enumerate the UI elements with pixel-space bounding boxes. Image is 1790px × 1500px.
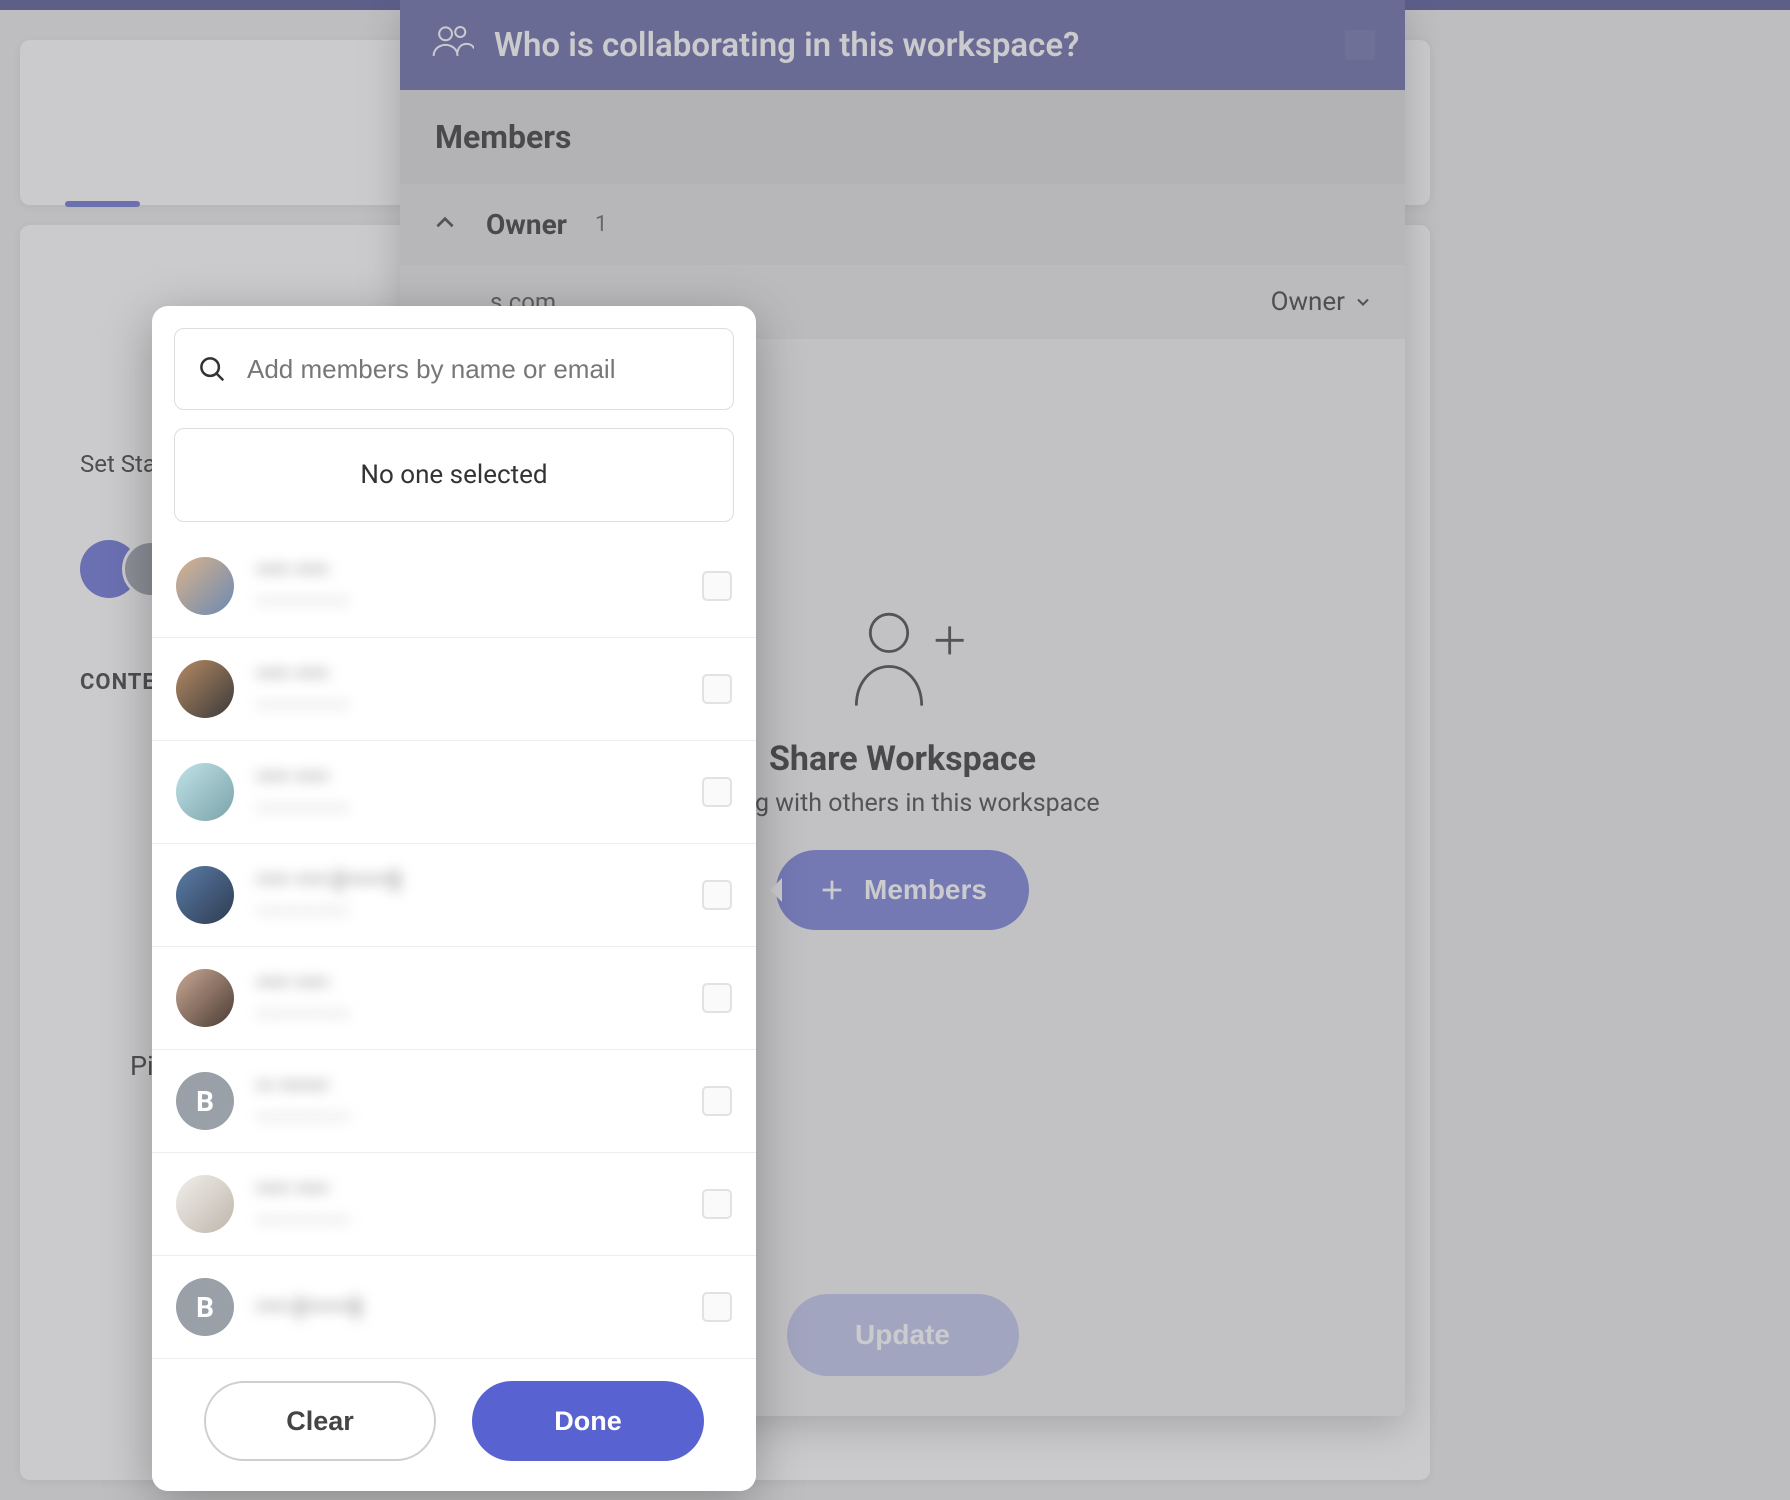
photo-avatar (176, 660, 234, 718)
person-row[interactable]: —— —— (———) —————— (152, 843, 756, 946)
person-info: —— (———) (256, 1295, 361, 1320)
person-info: —— —— —————— (256, 765, 350, 820)
person-row[interactable]: —— —— —————— (152, 740, 756, 843)
person-info: —— —— —————— (256, 558, 350, 613)
photo-avatar (176, 969, 234, 1027)
person-email: —————— (256, 693, 350, 717)
person-name: — ——— (256, 1074, 350, 1099)
person-checkbox[interactable] (702, 880, 732, 910)
letter-avatar: B (176, 1278, 234, 1336)
person-email: —————— (256, 1208, 350, 1232)
person-row[interactable]: —— —— —————— (152, 946, 756, 1049)
people-list: —— —————————— —————————— —————————— —— (… (152, 534, 756, 1358)
person-row[interactable]: —— —— —————— (152, 534, 756, 637)
person-info: — ——— —————— (256, 1074, 350, 1129)
person-name: —— (———) (256, 1295, 361, 1320)
person-email: —————— (256, 1105, 350, 1129)
person-checkbox[interactable] (702, 1292, 732, 1322)
photo-avatar (176, 763, 234, 821)
photo-avatar (176, 866, 234, 924)
person-info: —— —— —————— (256, 662, 350, 717)
person-name: —— —— (256, 765, 350, 790)
person-name: —— —— (256, 558, 350, 583)
photo-avatar (176, 557, 234, 615)
person-name: —— —— (256, 971, 350, 996)
person-row[interactable]: B —— (———) (152, 1255, 756, 1358)
person-name: —— —— (256, 1177, 350, 1202)
person-info: —— —— —————— (256, 971, 350, 1026)
person-checkbox[interactable] (702, 674, 732, 704)
person-checkbox[interactable] (702, 571, 732, 601)
done-button[interactable]: Done (472, 1381, 704, 1461)
person-checkbox[interactable] (702, 1086, 732, 1116)
person-email: —————— (256, 796, 350, 820)
person-checkbox[interactable] (702, 777, 732, 807)
person-name: —— —— (———) (256, 868, 400, 893)
search-icon (197, 354, 227, 384)
selection-summary: No one selected (174, 428, 734, 522)
person-email: —————— (256, 589, 350, 613)
person-email: —————— (256, 899, 400, 923)
clear-button[interactable]: Clear (204, 1381, 436, 1461)
person-email: —————— (256, 1002, 350, 1026)
person-checkbox[interactable] (702, 983, 732, 1013)
member-search-input[interactable] (247, 354, 711, 385)
letter-avatar: B (176, 1072, 234, 1130)
person-name: —— —— (256, 662, 350, 687)
photo-avatar (176, 1175, 234, 1233)
person-info: —— —— (———) —————— (256, 868, 400, 923)
person-info: —— —— —————— (256, 1177, 350, 1232)
member-search-field[interactable] (174, 328, 734, 410)
person-row[interactable]: B — ——— —————— (152, 1049, 756, 1152)
popover-footer: Clear Done (152, 1358, 756, 1491)
person-row[interactable]: —— —— —————— (152, 637, 756, 740)
person-checkbox[interactable] (702, 1189, 732, 1219)
person-row[interactable]: —— —— —————— (152, 1152, 756, 1255)
add-members-popover: No one selected —— —————————— ——————————… (152, 306, 756, 1491)
